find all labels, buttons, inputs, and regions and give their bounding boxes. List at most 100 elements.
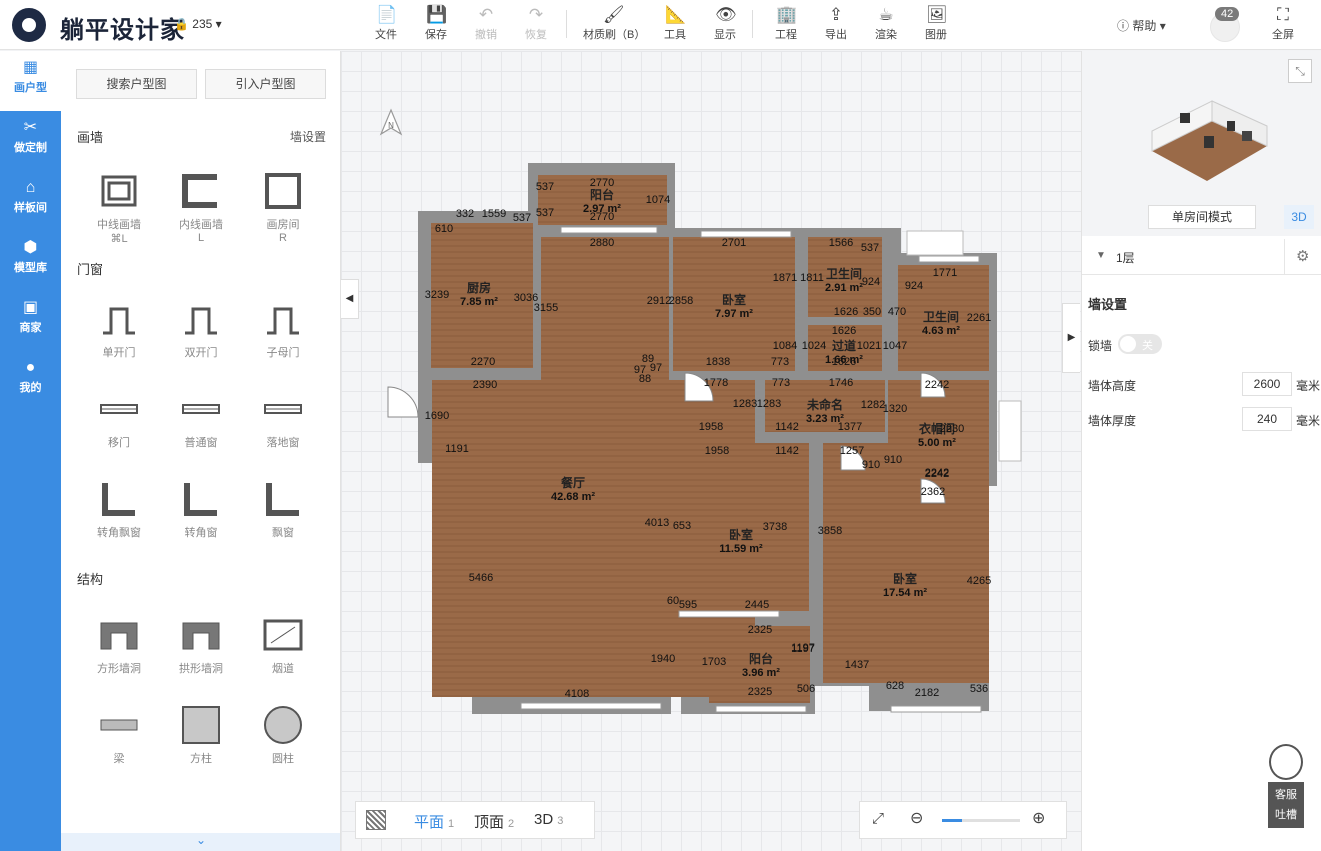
tool-panel: 搜索户型图 引入户型图 画墙 墙设置 门窗 结构 中线画墙 ⌘L 内线画墙 L 画房间 R… xyxy=(61,51,341,851)
nav-item-0[interactable]: ▦ 画户型 xyxy=(0,51,61,111)
3d-preview[interactable]: ⤡ 单房间模式 3D xyxy=(1082,51,1321,236)
help-menu[interactable]: ⓘ 帮助 ▾ xyxy=(1117,17,1166,34)
save-button[interactable]: 💾 保存 xyxy=(414,4,458,42)
tool-door-7[interactable]: 转角窗 xyxy=(161,479,241,540)
file-button[interactable]: 📄 文件 xyxy=(364,4,408,42)
dimension-label: 3858 xyxy=(818,525,842,537)
tool-door-0[interactable]: 单开门 xyxy=(79,299,159,360)
search-floorplan-button[interactable]: 搜索户型图 xyxy=(76,69,197,99)
tool-door-4[interactable]: 普通窗 xyxy=(161,389,241,450)
fullscreen-button[interactable]: ⛶ 全屏 xyxy=(1266,4,1300,42)
bay-window[interactable] xyxy=(998,400,1022,462)
gear-icon[interactable]: ⚙ xyxy=(1296,247,1309,265)
nav-item-5[interactable]: ● 我的 xyxy=(0,351,61,411)
tool-wall-0[interactable]: 中线画墙 ⌘L xyxy=(79,171,159,245)
tool-wall-2[interactable]: 画房间 R xyxy=(243,171,323,244)
tool-struct-1[interactable]: 拱形墙洞 xyxy=(161,615,241,676)
room-name: 未命名 xyxy=(806,397,843,412)
tool-struct-4[interactable]: 方柱 xyxy=(161,705,241,766)
window[interactable] xyxy=(520,702,662,710)
floor-selector[interactable]: ▼ 1层 ⚙ xyxy=(1082,239,1321,275)
zoom-in-icon[interactable]: ⊕ xyxy=(1032,808,1045,828)
nav-label: 样板间 xyxy=(14,202,47,214)
project-button[interactable]: 🏢 工程 xyxy=(764,4,808,42)
render-button[interactable]: ☕ 渲染 xyxy=(864,4,908,42)
tool-struct-2[interactable]: 烟道 xyxy=(243,615,323,676)
tool-door-5[interactable]: 落地窗 xyxy=(243,389,323,450)
window[interactable] xyxy=(560,226,658,234)
tool-struct-5[interactable]: 圆柱 xyxy=(243,705,323,766)
window[interactable] xyxy=(890,705,982,713)
dimension-label: 1626 xyxy=(832,325,856,337)
3d-toggle-button[interactable]: 3D xyxy=(1284,205,1314,229)
import-floorplan-button[interactable]: 引入户型图 xyxy=(205,69,326,99)
door-icon xyxy=(179,299,223,339)
view-tab-2[interactable]: 3D 3 xyxy=(534,811,563,828)
tools-button[interactable]: 📐 工具 xyxy=(653,4,697,42)
window[interactable] xyxy=(918,255,980,263)
dimension-label: 1197 xyxy=(791,643,815,655)
display-button[interactable]: 👁 显示 xyxy=(703,4,747,42)
undo-button[interactable]: ↶ 撤销 xyxy=(464,4,508,42)
layer-icon[interactable] xyxy=(366,810,386,830)
corner-icon xyxy=(97,479,141,519)
tool-label: 飘窗 xyxy=(272,527,294,539)
win-icon xyxy=(97,389,141,429)
collapse-panel-button[interactable]: ⌄ xyxy=(61,833,340,851)
export-button[interactable]: ⇪ 导出 xyxy=(814,4,858,42)
project-lock[interactable]: 🔒 235 ▾ xyxy=(174,17,222,31)
floorplan-canvas[interactable]: 阳台 2.97 m² 厨房 7.85 m² 卧室 7.97 m² 卫生间 2.91 m² 卫生间… xyxy=(341,51,1081,851)
tool-shortcut: ⌘L xyxy=(110,233,128,245)
door-swing[interactable] xyxy=(387,386,419,418)
nav-item-3[interactable]: ⬢ 模型库 xyxy=(0,231,61,291)
nav-item-2[interactable]: ⌂ 样板间 xyxy=(0,171,61,231)
brush-button[interactable]: 🖌 材质刷（B） xyxy=(583,4,645,42)
zoom-slider-track[interactable] xyxy=(942,819,1020,822)
room-area: 42.68 m² xyxy=(551,491,595,503)
file-icon: 📄 xyxy=(376,5,398,24)
window[interactable] xyxy=(715,705,807,713)
flue-icon xyxy=(261,615,305,655)
dimension-label: 2242 xyxy=(925,379,949,391)
left-nav: ▦ 画户型 ✂ 做定制 ⌂ 样板间 ⬢ 模型库 ▣ 商家 ● 我的 xyxy=(0,51,61,851)
view-tab-0[interactable]: 平面 1 xyxy=(414,811,454,832)
tool-door-2[interactable]: 子母门 xyxy=(243,299,323,360)
room-floor[interactable] xyxy=(823,443,989,683)
collapse-right-button[interactable]: ▶ xyxy=(1062,303,1080,373)
wall-thickness-input[interactable]: 240 xyxy=(1242,407,1292,431)
dimension-label: 1283 xyxy=(733,398,757,410)
dimension-label: 2880 xyxy=(590,237,614,249)
dimension-label: 2230 xyxy=(940,423,964,435)
redo-button[interactable]: ↷ 恢复 xyxy=(514,4,558,42)
wall0-icon xyxy=(97,171,141,211)
tool-door-8[interactable]: 飘窗 xyxy=(243,479,323,540)
window[interactable] xyxy=(678,610,780,618)
collapse-left-button[interactable]: ◀ xyxy=(341,279,359,319)
room-floor[interactable] xyxy=(675,443,809,611)
circ-icon xyxy=(261,705,305,745)
tool-door-1[interactable]: 双开门 xyxy=(161,299,241,360)
tool-door-3[interactable]: 移门 xyxy=(79,389,159,450)
tool-wall-1[interactable]: 内线画墙 L xyxy=(161,171,241,244)
fit-screen-icon[interactable]: ⤢ xyxy=(872,810,884,827)
tool-struct-0[interactable]: 方形墙洞 xyxy=(79,615,159,676)
dimension-label: 1437 xyxy=(845,659,869,671)
zoom-out-icon[interactable]: ⊖ xyxy=(910,808,923,828)
dimension-label: 1871 xyxy=(773,272,797,284)
album-button[interactable]: 🖼 图册 xyxy=(914,4,958,42)
wall-settings-link[interactable]: 墙设置 xyxy=(290,128,326,145)
expand-preview-icon[interactable]: ⤡ xyxy=(1288,59,1312,83)
wall-height-input[interactable]: 2600 xyxy=(1242,372,1292,396)
nav-item-4[interactable]: ▣ 商家 xyxy=(0,291,61,351)
tool-struct-3[interactable]: 梁 xyxy=(79,705,159,766)
tool-shortcut: R xyxy=(279,232,287,244)
lock-wall-label: 锁墙 xyxy=(1088,339,1113,353)
tool-door-6[interactable]: 转角飘窗 xyxy=(79,479,159,540)
dimension-label: 2270 xyxy=(471,356,495,368)
single-room-mode-button[interactable]: 单房间模式 xyxy=(1148,205,1256,229)
balcony-window[interactable] xyxy=(906,230,964,256)
lock-wall-toggle[interactable]: 关 xyxy=(1118,334,1162,354)
view-tab-1[interactable]: 顶面 2 xyxy=(474,811,514,832)
nav-item-1[interactable]: ✂ 做定制 xyxy=(0,111,61,171)
customer-service-widget[interactable]: 客服 吐槽 xyxy=(1268,744,1304,830)
